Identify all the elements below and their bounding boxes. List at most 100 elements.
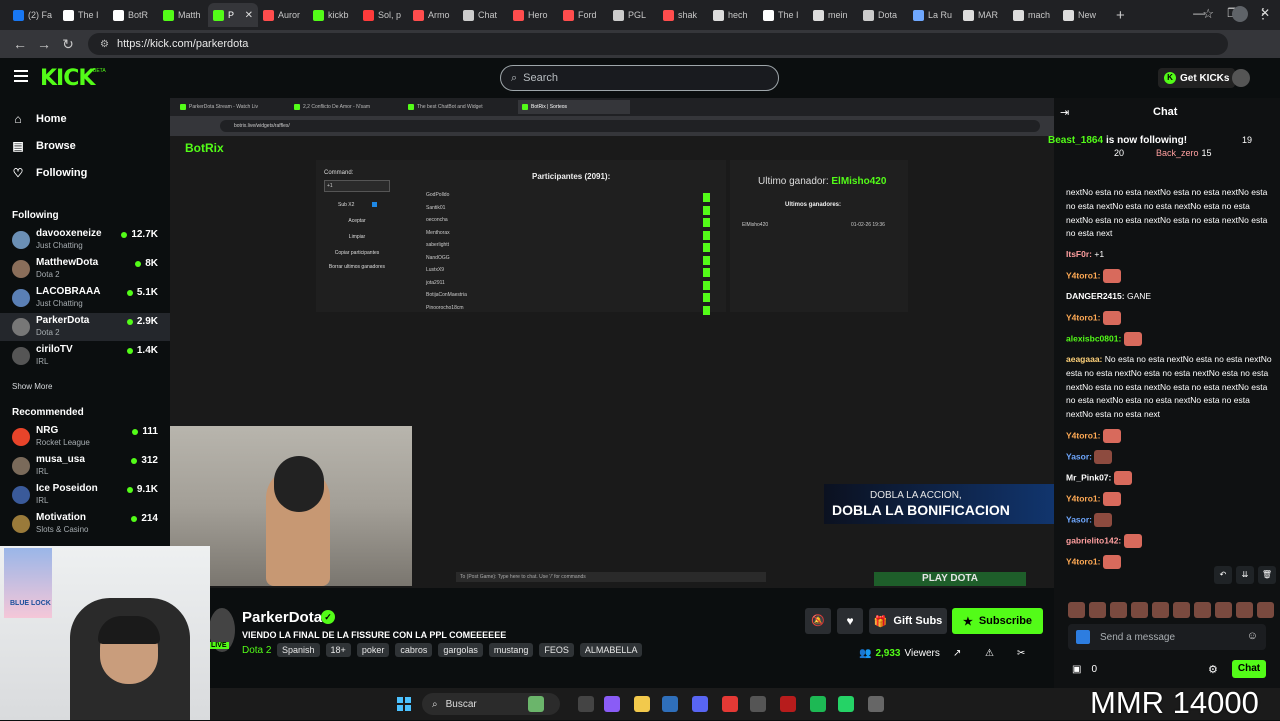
file-explorer-icon[interactable] [634, 696, 650, 712]
show-more-link[interactable]: Show More [12, 382, 52, 391]
stream-tag[interactable]: FEOS [539, 643, 574, 657]
channel-item-motivation[interactable]: Motivation Slots & Casino 214 [0, 510, 170, 538]
browser-tab[interactable]: mach [1008, 3, 1058, 27]
get-kicks-button[interactable]: K Get KICKs [1158, 68, 1236, 88]
quick-emote-icon[interactable] [1068, 602, 1085, 618]
chat-username[interactable]: Y4toro1: [1066, 493, 1100, 503]
clip-icon[interactable]: ✂ [1017, 648, 1025, 659]
chat-username[interactable]: DANGER2415: [1066, 291, 1125, 301]
notifications-button[interactable]: 🔕 [805, 608, 831, 634]
chrome-icon[interactable] [722, 696, 738, 712]
share-icon[interactable]: ↗ [953, 648, 961, 659]
stream-tag[interactable]: gargolas [438, 643, 483, 657]
channel-item-lacobraaa[interactable]: LACOBRAAA Just Chatting 5.1K [0, 284, 170, 312]
calculator-icon[interactable] [868, 696, 884, 712]
stream-player[interactable]: ParkerDota Stream - Watch Liv 2,2 Conflic… [170, 98, 1054, 588]
stream-tag[interactable]: ALMABELLA [579, 643, 643, 657]
channel-item-matthewdota[interactable]: MatthewDota Dota 2 8K [0, 255, 170, 283]
subscribe-button[interactable]: ★ Subscribe [952, 608, 1043, 634]
chat-username[interactable]: aeagaaa: [1066, 354, 1102, 364]
browser-tab[interactable]: P ✕ [208, 3, 258, 27]
reload-icon[interactable]: ↻ [56, 36, 80, 53]
stream-tag[interactable]: poker [356, 643, 390, 657]
back-icon[interactable]: ← [8, 36, 32, 52]
chat-username[interactable]: gabrielito142: [1066, 535, 1121, 545]
quick-emote-icon[interactable] [1131, 602, 1148, 618]
quick-emote-icon[interactable] [1110, 602, 1127, 618]
channel-item-cirilotv[interactable]: ciriloTV IRL 1.4K [0, 342, 170, 370]
app-icon-1[interactable] [750, 696, 766, 712]
emoji-icon[interactable]: ☺ [1247, 630, 1258, 642]
stream-tag[interactable]: Spanish [277, 643, 320, 657]
nav-following[interactable]: ♡ Following [12, 166, 88, 180]
chat-username[interactable]: alexisbc0801: [1066, 333, 1121, 343]
streamer-name[interactable]: ParkerDota [242, 609, 322, 626]
channel-item-nrg[interactable]: NRG Rocket League 111 [0, 423, 170, 451]
gift-subs-button[interactable]: 🎁 Gift Subs [869, 608, 947, 634]
profile-icon[interactable] [1232, 6, 1248, 22]
browser-tab[interactable]: MAR [958, 3, 1008, 27]
site-info-icon[interactable]: ⚙ [100, 39, 109, 50]
steam-icon[interactable] [662, 696, 678, 712]
browser-tab[interactable]: BotR [108, 3, 158, 27]
discord-icon[interactable] [692, 696, 708, 712]
chat-send-button[interactable]: Chat [1232, 660, 1266, 678]
quick-emote-icon[interactable] [1173, 602, 1190, 618]
nav-browse[interactable]: ▤ Browse [12, 139, 75, 153]
chat-username[interactable]: Yasor: [1066, 451, 1092, 461]
new-tab-icon[interactable]: + [1116, 7, 1125, 24]
chat-username[interactable]: Y4toro1: [1066, 312, 1100, 322]
windows-start-icon[interactable] [397, 697, 411, 711]
browser-tab[interactable]: Sol, p [358, 3, 408, 27]
quick-emote-icon[interactable] [1257, 602, 1274, 618]
chat-username[interactable]: ItsF0r: [1066, 249, 1092, 259]
stream-tag[interactable]: mustang [488, 643, 534, 657]
kick-logo[interactable]: KICK [40, 66, 95, 91]
quick-emote-icon[interactable] [1215, 602, 1232, 618]
chat-username[interactable]: Mr_Pink07: [1066, 472, 1111, 482]
pin-icon[interactable]: ⇊ [1236, 566, 1254, 584]
browser-tab[interactable]: Matth [158, 3, 208, 27]
quick-emote-icon[interactable] [1089, 602, 1106, 618]
copilot-icon[interactable] [604, 696, 620, 712]
nav-home[interactable]: ⌂ Home [12, 112, 66, 126]
browser-tab[interactable]: The I [58, 3, 108, 27]
browser-tab[interactable]: mein [808, 3, 858, 27]
browser-tab[interactable]: kickb [308, 3, 358, 27]
chat-username[interactable]: Yasor: [1066, 514, 1092, 524]
trash-icon[interactable]: 🗑 [1258, 566, 1276, 584]
browser-tab[interactable]: Hero [508, 3, 558, 27]
browser-tab[interactable]: Dota [858, 3, 908, 27]
user-avatar[interactable] [1232, 69, 1250, 87]
channel-item-davooxeneize[interactable]: davooxeneize Just Chatting 12.7K [0, 226, 170, 254]
browser-tab[interactable]: La Ru [908, 3, 958, 27]
channel-item-ice-poseidon[interactable]: Ice Poseidon IRL 9.1K [0, 481, 170, 509]
stream-tag[interactable]: 18+ [325, 643, 351, 657]
chat-username[interactable]: Y4toro1: [1066, 270, 1100, 280]
chat-settings-icon[interactable]: ⚙ [1208, 663, 1218, 676]
widgets-icon[interactable] [528, 696, 544, 712]
url-input[interactable]: ⚙ https://kick.com/parkerdota [88, 33, 1228, 55]
collapse-chat-icon[interactable]: ⇥ [1060, 106, 1069, 119]
quick-emote-icon[interactable] [1194, 602, 1211, 618]
browser-tab[interactable]: (2) Fa [8, 3, 58, 27]
chat-username[interactable]: Y4toro1: [1066, 430, 1100, 440]
quick-emote-icon[interactable] [1152, 602, 1169, 618]
spotify-icon[interactable] [810, 696, 826, 712]
browser-menu-icon[interactable]: ⋮ [1256, 5, 1270, 22]
quick-emote-icon[interactable] [1236, 602, 1253, 618]
category-link[interactable]: Dota 2 [242, 645, 271, 656]
browser-tab[interactable]: Armo [408, 3, 458, 27]
browser-tab[interactable]: hech [708, 3, 758, 27]
app-icon-2[interactable] [780, 696, 796, 712]
browser-tab[interactable]: The I [758, 3, 808, 27]
browser-tab[interactable]: shak [658, 3, 708, 27]
browser-tab[interactable]: PGL [608, 3, 658, 27]
browser-tab[interactable]: Auror [258, 3, 308, 27]
follow-button[interactable]: ♥ [837, 608, 863, 634]
whatsapp-icon[interactable] [838, 696, 854, 712]
hamburger-menu-icon[interactable] [14, 70, 28, 85]
browser-tab[interactable]: Chat [458, 3, 508, 27]
task-view-icon[interactable] [578, 696, 594, 712]
forward-icon[interactable]: → [32, 36, 56, 52]
